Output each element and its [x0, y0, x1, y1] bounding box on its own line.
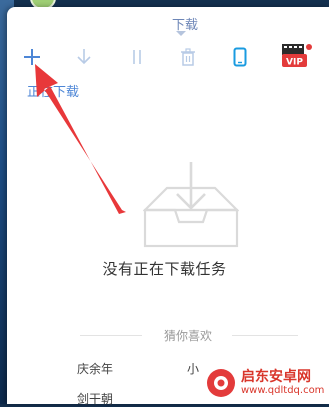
watermark-url: www.qdltdq.com [241, 385, 325, 396]
watermark: 启东安卓网 www.qdltdq.com [205, 362, 329, 404]
watermark-logo [207, 369, 235, 397]
annotation-arrow [35, 64, 126, 214]
watermark-name: 启东安卓网 [241, 369, 311, 385]
